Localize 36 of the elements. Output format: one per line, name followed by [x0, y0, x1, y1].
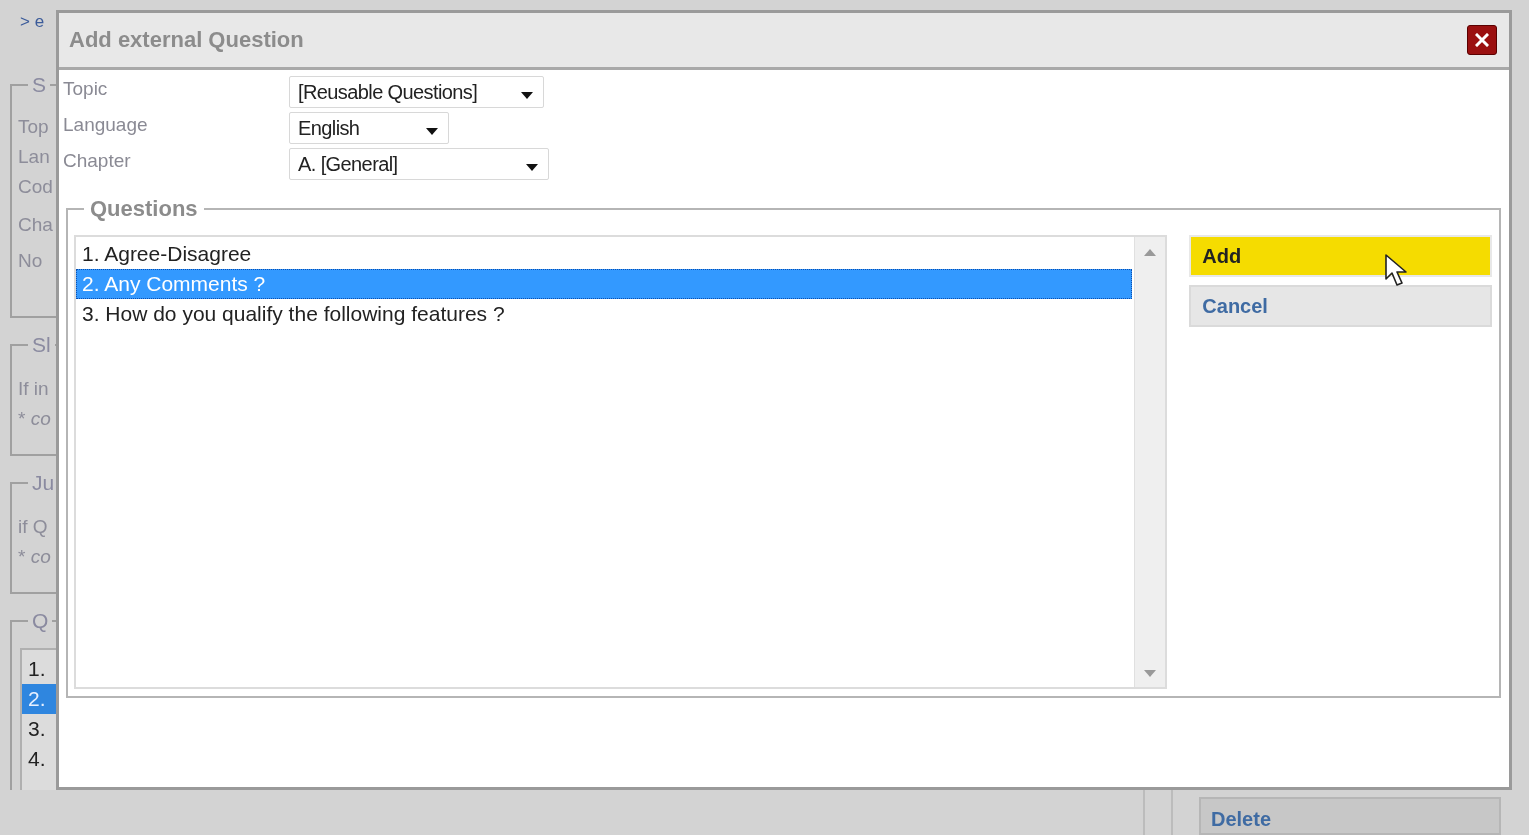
dropdown[interactable]: English	[289, 112, 449, 144]
dropdown[interactable]: [Reusable Questions]	[289, 76, 544, 108]
field-label: If in	[18, 377, 50, 401]
list-item[interactable]: 4.	[22, 744, 56, 774]
caret-icon	[521, 91, 533, 99]
dropdown-value: A. [General]	[298, 152, 398, 176]
field-label: Language	[63, 113, 149, 137]
scrollbar[interactable]	[1134, 237, 1166, 687]
scroll-down-icon	[1144, 670, 1157, 677]
list-item[interactable]: 1. Agree-Disagree	[76, 239, 1133, 269]
dropdown[interactable]: A. [General]	[289, 148, 549, 180]
field-label: Top	[18, 115, 50, 139]
field-label: Chapter	[63, 149, 132, 173]
field-label: *co	[18, 407, 52, 431]
field-label: Cod	[18, 175, 54, 199]
field-label: if Q	[18, 515, 49, 539]
list-item[interactable]: 3. How do you qualify the following features ?	[76, 299, 1133, 329]
close-icon	[1475, 33, 1489, 47]
add-button[interactable]: Add	[1189, 235, 1492, 277]
close-button[interactable]	[1467, 25, 1497, 55]
breadcrumb-link[interactable]: > e	[20, 12, 45, 32]
field-label: Lan	[18, 145, 51, 169]
field-label: No	[18, 249, 44, 273]
cancel-button[interactable]: Cancel	[1189, 285, 1492, 327]
field-label: Cha	[18, 213, 54, 237]
caret-icon	[426, 127, 438, 135]
list-item[interactable]: 3.	[22, 714, 56, 744]
scroll-up-icon	[1144, 249, 1157, 256]
list-item[interactable]: 1.	[22, 654, 56, 684]
field-label: *co	[18, 545, 52, 569]
caret-icon	[526, 163, 538, 171]
dialog-title: Add external Question	[69, 27, 304, 53]
dropdown-value: English	[298, 116, 360, 140]
dropdown-value: [Reusable Questions]	[298, 80, 478, 104]
mouse-pointer-icon	[1384, 253, 1410, 289]
field-label: Topic	[63, 77, 109, 101]
